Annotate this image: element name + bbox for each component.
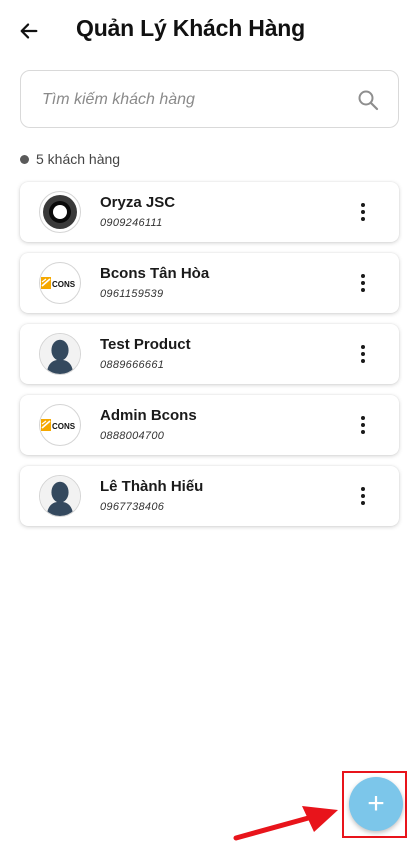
- customer-phone: 0909246111: [100, 217, 163, 229]
- avatar: [39, 475, 81, 517]
- ring-logo-icon: [43, 195, 77, 229]
- svg-text:CONS: CONS: [52, 280, 76, 289]
- status-dot-icon: [20, 154, 29, 164]
- customer-phone: 0888004700: [100, 430, 165, 442]
- customer-name: Lê Thành Hiếu: [100, 478, 204, 495]
- customer-card[interactable]: CONS Bcons Tân Hòa 0961159539: [20, 253, 399, 313]
- more-options-button[interactable]: [351, 413, 375, 437]
- customer-name: Oryza JSC: [100, 194, 176, 211]
- customer-card[interactable]: Test Product 0889666661: [20, 324, 399, 384]
- add-customer-button[interactable]: +: [349, 777, 403, 831]
- search-input[interactable]: [42, 88, 342, 112]
- customer-card[interactable]: Oryza JSC 0909246111: [20, 182, 399, 242]
- more-options-button[interactable]: [351, 484, 375, 508]
- customer-name: Bcons Tân Hòa: [100, 265, 210, 282]
- more-options-button[interactable]: [351, 200, 375, 224]
- avatar: CONS: [39, 262, 81, 304]
- bcons-logo-icon: CONS: [41, 277, 76, 289]
- customer-card[interactable]: Lê Thành Hiếu 0967738406: [20, 466, 399, 526]
- plus-icon: +: [367, 787, 385, 820]
- bcons-logo-icon: CONS: [41, 419, 76, 431]
- more-options-button[interactable]: [351, 342, 375, 366]
- customer-phone: 0889666661: [100, 359, 165, 371]
- customer-count-label: 5 khách hàng: [36, 151, 121, 167]
- page-title: Quản Lý Khách Hàng: [76, 15, 305, 41]
- customer-name: Admin Bcons: [100, 407, 197, 424]
- search-box[interactable]: [20, 70, 399, 128]
- person-silhouette-icon: [40, 334, 80, 374]
- customer-count: 5 khách hàng: [20, 150, 120, 168]
- customer-card[interactable]: CONS Admin Bcons 0888004700: [20, 395, 399, 455]
- avatar: [39, 333, 81, 375]
- search-icon[interactable]: [356, 88, 380, 112]
- avatar: [39, 191, 81, 233]
- customer-phone: 0967738406: [100, 501, 165, 513]
- arrow-left-icon: [20, 23, 38, 39]
- avatar: CONS: [39, 404, 81, 446]
- more-options-button[interactable]: [351, 271, 375, 295]
- svg-text:CONS: CONS: [52, 422, 76, 431]
- customer-name: Test Product: [100, 336, 191, 353]
- back-button[interactable]: [14, 16, 44, 46]
- red-arrow-annotation-icon: [233, 806, 338, 841]
- person-silhouette-icon: [40, 476, 80, 516]
- customer-phone: 0961159539: [100, 288, 164, 300]
- app-header: Quản Lý Khách Hàng: [0, 0, 419, 60]
